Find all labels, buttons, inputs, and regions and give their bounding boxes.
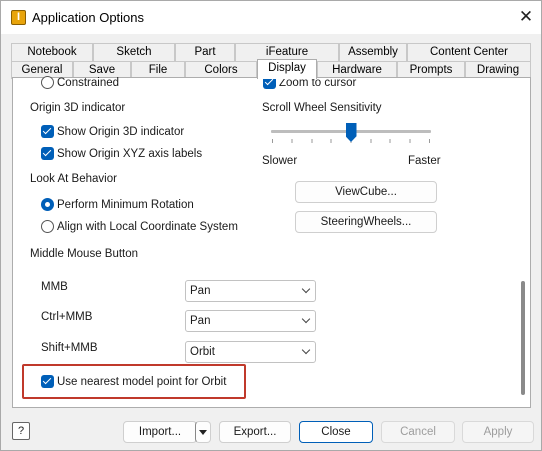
origin-section-heading: Origin 3D indicator	[30, 102, 126, 114]
chevron-down-icon	[301, 345, 311, 355]
import-dropdown-button[interactable]	[195, 421, 211, 443]
export-button[interactable]: Export...	[219, 421, 291, 443]
tab-notebook[interactable]: Notebook	[11, 43, 93, 61]
chevron-down-icon	[301, 314, 311, 324]
tab-sketch[interactable]: Sketch	[93, 43, 175, 61]
close-button[interactable]: Close	[299, 421, 373, 443]
constrained-radio[interactable]	[41, 76, 54, 89]
mmb-select-value: Pan	[190, 285, 211, 297]
viewcube-button[interactable]: ViewCube...	[295, 181, 437, 203]
ctrl-mmb-select-value: Pan	[190, 315, 211, 327]
help-icon[interactable]: ?	[12, 422, 30, 440]
tab-content-center[interactable]: Content Center	[407, 43, 531, 61]
perform-min-rotation-label: Perform Minimum Rotation	[57, 199, 194, 211]
shift-mmb-label: Shift+MMB	[41, 342, 98, 354]
cancel-button[interactable]: Cancel	[381, 421, 455, 443]
tab-assembly[interactable]: Assembly	[339, 43, 407, 61]
constrained-label: Constrained	[57, 77, 120, 89]
ctrl-mmb-label: Ctrl+MMB	[41, 311, 93, 323]
inventor-app-icon: I	[11, 10, 26, 25]
nearest-model-point-checkbox[interactable]	[41, 375, 54, 388]
import-button[interactable]: Import...	[123, 421, 197, 443]
shift-mmb-select-value: Orbit	[190, 346, 215, 358]
align-local-cs-label: Align with Local Coordinate System	[57, 221, 238, 233]
show-origin-xyz-label: Show Origin XYZ axis labels	[57, 148, 203, 160]
chevron-down-icon	[301, 284, 311, 294]
slider-faster-label: Faster	[408, 155, 441, 167]
tab-display[interactable]: Display	[257, 59, 317, 79]
mmb-select[interactable]: Pan	[185, 280, 316, 302]
tab-strip-gap	[13, 61, 257, 77]
apply-button[interactable]: Apply	[462, 421, 534, 443]
steeringwheels-button[interactable]: SteeringWheels...	[295, 211, 437, 233]
ctrl-mmb-select[interactable]: Pan	[185, 310, 316, 332]
look-at-section-heading: Look At Behavior	[30, 173, 117, 185]
show-origin-xyz-checkbox[interactable]	[41, 147, 54, 160]
nearest-model-point-label: Use nearest model point for Orbit	[57, 376, 227, 388]
mmb-section-heading: Middle Mouse Button	[30, 248, 139, 260]
mmb-label: MMB	[41, 281, 68, 293]
slider-slower-label: Slower	[262, 155, 298, 167]
vertical-scrollbar-thumb[interactable]	[521, 281, 525, 395]
shift-mmb-select[interactable]: Orbit	[185, 341, 316, 363]
title-bar: I Application Options ✕	[1, 1, 541, 34]
tab-part[interactable]: Part	[175, 43, 235, 61]
scroll-sensitivity-heading: Scroll Wheel Sensitivity	[262, 102, 382, 114]
dialog-title: Application Options	[32, 10, 145, 25]
align-local-cs-radio[interactable]	[41, 220, 54, 233]
show-origin-3d-label: Show Origin 3D indicator	[57, 126, 185, 138]
application-options-dialog: I Application Options ✕ Notebook Sketch …	[0, 0, 542, 451]
perform-min-rotation-radio[interactable]	[41, 198, 54, 211]
show-origin-3d-checkbox[interactable]	[41, 125, 54, 138]
caret-down-icon	[199, 430, 207, 435]
close-icon[interactable]: ✕	[515, 7, 537, 29]
